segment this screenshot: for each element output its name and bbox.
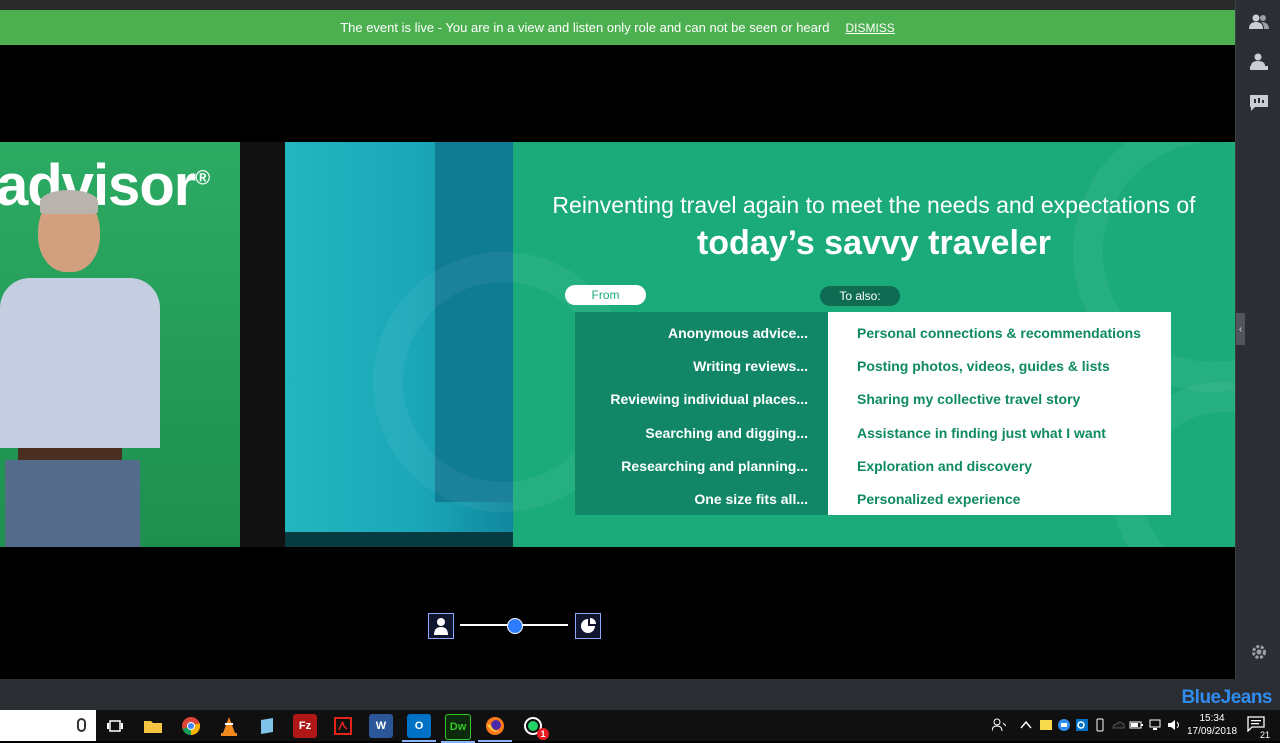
chevron-left-icon: ‹ xyxy=(1238,323,1243,335)
slider-thumb[interactable] xyxy=(507,618,523,634)
content-only-button[interactable] xyxy=(575,613,601,639)
from-cell: Reviewing individual places... xyxy=(610,391,808,407)
live-event-banner: The event is live - You are in a view an… xyxy=(0,10,1235,45)
network-icon[interactable] xyxy=(1149,718,1163,732)
speaker xyxy=(0,190,160,547)
volume-icon[interactable] xyxy=(1167,718,1181,732)
word-button[interactable]: W xyxy=(369,714,393,738)
task-view-icon xyxy=(107,720,123,732)
windows-taskbar: Fz W O Dw 1 15:34 17/09/2018 21 xyxy=(0,710,1280,743)
video-top-strip xyxy=(0,0,1235,10)
stage-backdrop: advisor® xyxy=(0,142,240,547)
to-label: To also: xyxy=(820,286,900,306)
vlc-cone-icon xyxy=(221,717,237,736)
firefox-icon xyxy=(486,717,504,735)
sticky-note-icon[interactable] xyxy=(1039,718,1053,732)
chrome-icon xyxy=(182,717,201,735)
to-cell: Posting photos, videos, guides & lists xyxy=(857,358,1110,374)
to-cell: Sharing my collective travel story xyxy=(857,391,1081,407)
outlook-icon: O xyxy=(414,720,424,732)
whatsapp-badge: 1 xyxy=(537,728,549,740)
clock-time: 15:34 xyxy=(1199,713,1225,724)
bluejeans-logo: BlueJeans xyxy=(1181,687,1272,708)
table-row: Anonymous advice... Personal connections… xyxy=(575,316,1171,349)
video-content-slider xyxy=(428,613,601,639)
vlc-button[interactable] xyxy=(217,714,241,738)
table-row: One size fits all... Personalized experi… xyxy=(575,482,1171,515)
gear-icon xyxy=(1252,645,1266,659)
battery-icon[interactable] xyxy=(1129,718,1143,732)
chrome-button[interactable] xyxy=(179,714,203,738)
slide-title-line2: today’s savvy traveler xyxy=(696,224,1052,262)
task-view-button[interactable] xyxy=(103,714,127,738)
acrobat-button[interactable] xyxy=(331,714,355,738)
notepad-icon xyxy=(261,718,273,734)
to-cell: Exploration and discovery xyxy=(857,458,1033,474)
filezilla-icon: Fz xyxy=(298,720,312,732)
people-icon[interactable] xyxy=(992,718,1006,732)
firefox-button[interactable] xyxy=(478,714,512,742)
dreamweaver-icon: Dw xyxy=(449,721,467,733)
whatsapp-button[interactable]: 1 xyxy=(521,714,549,740)
right-sidebar: ‹ xyxy=(1235,0,1280,679)
from-cell: Researching and planning... xyxy=(621,458,808,474)
chat-icon xyxy=(1250,95,1268,111)
presenter-icon xyxy=(1250,53,1268,70)
action-center-button[interactable]: 21 xyxy=(1247,716,1271,740)
bluejeans-tray-icon[interactable] xyxy=(1057,718,1071,732)
to-cell: Personalized experience xyxy=(857,491,1021,507)
video-only-button[interactable] xyxy=(428,613,454,639)
stage-gap xyxy=(240,142,285,547)
chat-button[interactable] xyxy=(1249,93,1269,113)
person-icon xyxy=(434,618,448,635)
chevron-up-icon[interactable] xyxy=(1019,718,1033,732)
taskbar-clock[interactable]: 15:34 17/09/2018 xyxy=(1184,712,1240,738)
dismiss-button[interactable]: DISMISS xyxy=(845,21,894,35)
app-footer: BlueJeans xyxy=(0,679,1280,710)
slide-title-line1: Reinventing travel again to meet the nee… xyxy=(552,192,1196,218)
taskbar-search-box[interactable] xyxy=(0,710,96,741)
outlook-tray-icon[interactable] xyxy=(1075,718,1089,732)
file-explorer-button[interactable] xyxy=(141,714,165,738)
from-label: From xyxy=(565,285,646,305)
to-cell: Personal connections & recommendations xyxy=(857,325,1141,341)
collapse-panel-button[interactable]: ‹ xyxy=(1236,313,1245,345)
onedrive-icon[interactable] xyxy=(1111,718,1125,732)
presentation-slide: Reinventing travel again to meet the nee… xyxy=(373,142,1235,547)
notepad-button[interactable] xyxy=(255,714,279,738)
participants-icon xyxy=(1249,14,1269,29)
presenter-button[interactable] xyxy=(1249,52,1269,72)
stage-floor xyxy=(285,532,513,547)
to-cell: Assistance in finding just what I want xyxy=(857,425,1106,441)
outlook-button[interactable]: O xyxy=(402,714,436,742)
video-stream: advisor® Reinventing travel again to mee… xyxy=(0,142,1235,547)
pie-chart-icon xyxy=(581,618,596,633)
from-cell: Anonymous advice... xyxy=(667,325,808,341)
from-cell: One size fits all... xyxy=(694,491,808,507)
table-row: Searching and digging... Assistance in f… xyxy=(575,416,1171,449)
banner-message: The event is live - You are in a view an… xyxy=(340,20,830,35)
table-row: Reviewing individual places... Sharing m… xyxy=(575,382,1171,415)
pdf-icon xyxy=(334,717,352,735)
folder-icon xyxy=(144,721,162,733)
microphone-icon[interactable] xyxy=(77,718,86,732)
usb-icon[interactable] xyxy=(1093,718,1107,732)
word-icon: W xyxy=(375,720,387,732)
participants-button[interactable] xyxy=(1249,12,1269,32)
filezilla-button[interactable]: Fz xyxy=(293,714,317,738)
from-cell: Writing reviews... xyxy=(693,358,808,374)
table-row: Researching and planning... Exploration … xyxy=(575,449,1171,482)
comparison-table: Anonymous advice... Personal connections… xyxy=(575,312,1171,515)
dreamweaver-button[interactable]: Dw xyxy=(441,714,475,743)
settings-button[interactable] xyxy=(1249,642,1269,662)
clock-date: 17/09/2018 xyxy=(1186,726,1238,737)
from-cell: Searching and digging... xyxy=(645,425,808,441)
notification-count: 21 xyxy=(1258,730,1271,740)
table-row: Writing reviews... Posting photos, video… xyxy=(575,349,1171,382)
